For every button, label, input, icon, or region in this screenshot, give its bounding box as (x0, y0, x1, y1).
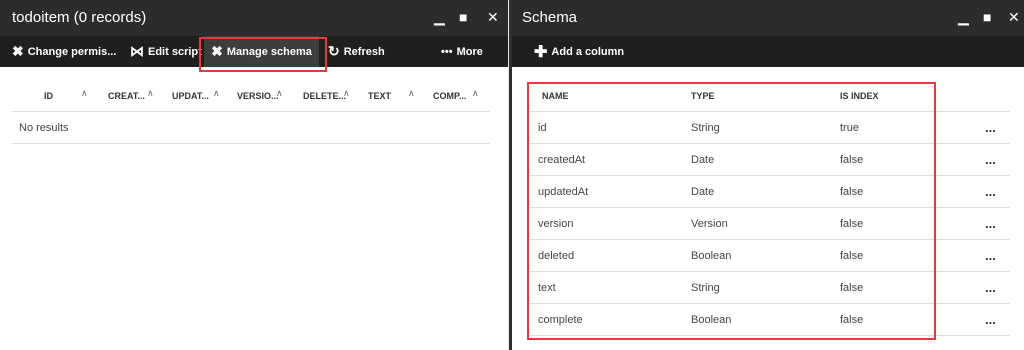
sort-icon[interactable]: ∧ (472, 88, 479, 99)
column-header-id[interactable]: ID (44, 91, 53, 101)
column-header-created[interactable]: CREAT... (108, 91, 145, 101)
sort-icon[interactable]: ∧ (213, 88, 220, 99)
add-column-label: Add a column (551, 45, 625, 58)
minimize-icon[interactable]: ▁ (434, 9, 445, 26)
column-header-deleted[interactable]: DELETE... (303, 91, 346, 101)
change-permissions-button[interactable]: ✖ Change permis... (12, 36, 116, 67)
blade-titlebar: Schema ▁ ■ ✕ (512, 0, 1024, 36)
row-divider (12, 143, 490, 144)
edit-script-button[interactable]: ⋈ Edit script (130, 36, 202, 67)
row-menu-icon[interactable]: ... (985, 248, 996, 263)
wrench-cross-icon: ✖ (12, 43, 24, 59)
edit-script-label: Edit script (148, 45, 202, 58)
column-header-text[interactable]: TEXT (368, 91, 391, 101)
minimize-icon[interactable]: ▁ (958, 9, 969, 26)
blade-toolbar: ✚ Add a column (512, 36, 1024, 67)
column-header-updated[interactable]: UPDAT... (172, 91, 209, 101)
row-menu-icon[interactable]: ... (985, 280, 996, 295)
schema-table-highlight (527, 82, 936, 340)
row-menu-icon[interactable]: ... (985, 120, 996, 135)
refresh-icon: ↻ (328, 43, 340, 59)
schema-blade: Schema ▁ ■ ✕ ✚ Add a column NAME TYPE IS… (512, 0, 1024, 350)
todoitem-blade: todoitem (0 records) ▁ ■ ✕ ✖ Change perm… (0, 0, 509, 350)
change-permissions-label: Change permis... (27, 45, 117, 58)
ellipsis-icon: ••• (441, 45, 453, 58)
row-menu-icon[interactable]: ... (985, 216, 996, 231)
sort-icon[interactable]: ∧ (147, 88, 154, 99)
header-divider (12, 111, 490, 112)
add-column-button[interactable]: ✚ Add a column (534, 36, 624, 67)
sort-icon[interactable]: ∧ (408, 88, 415, 99)
maximize-icon[interactable]: ■ (983, 9, 991, 25)
row-menu-icon[interactable]: ... (985, 184, 996, 199)
maximize-icon[interactable]: ■ (459, 9, 467, 25)
sort-icon[interactable]: ∧ (276, 88, 283, 99)
column-header-version[interactable]: VERSIO... (237, 91, 279, 101)
column-header-complete[interactable]: COMP... (433, 91, 466, 101)
more-label: More (456, 45, 483, 58)
close-icon[interactable]: ✕ (487, 9, 499, 26)
sort-icon[interactable]: ∧ (81, 88, 88, 99)
manage-schema-highlight (199, 37, 327, 72)
close-icon[interactable]: ✕ (1008, 9, 1020, 26)
vs-code-icon: ⋈ (130, 43, 144, 59)
empty-results-text: No results (19, 122, 69, 134)
blade-title: Schema (522, 9, 578, 26)
blade-titlebar: todoitem (0 records) ▁ ■ ✕ (0, 0, 508, 36)
blade-title: todoitem (0 records) (12, 9, 147, 26)
sort-icon[interactable]: ∧ (343, 88, 350, 99)
row-menu-icon[interactable]: ... (985, 152, 996, 167)
plus-icon: ✚ (534, 43, 548, 61)
refresh-button[interactable]: ↻ Refresh (328, 36, 385, 67)
refresh-label: Refresh (343, 45, 385, 58)
more-button[interactable]: ••• More (441, 36, 483, 67)
row-menu-icon[interactable]: ... (985, 312, 996, 327)
